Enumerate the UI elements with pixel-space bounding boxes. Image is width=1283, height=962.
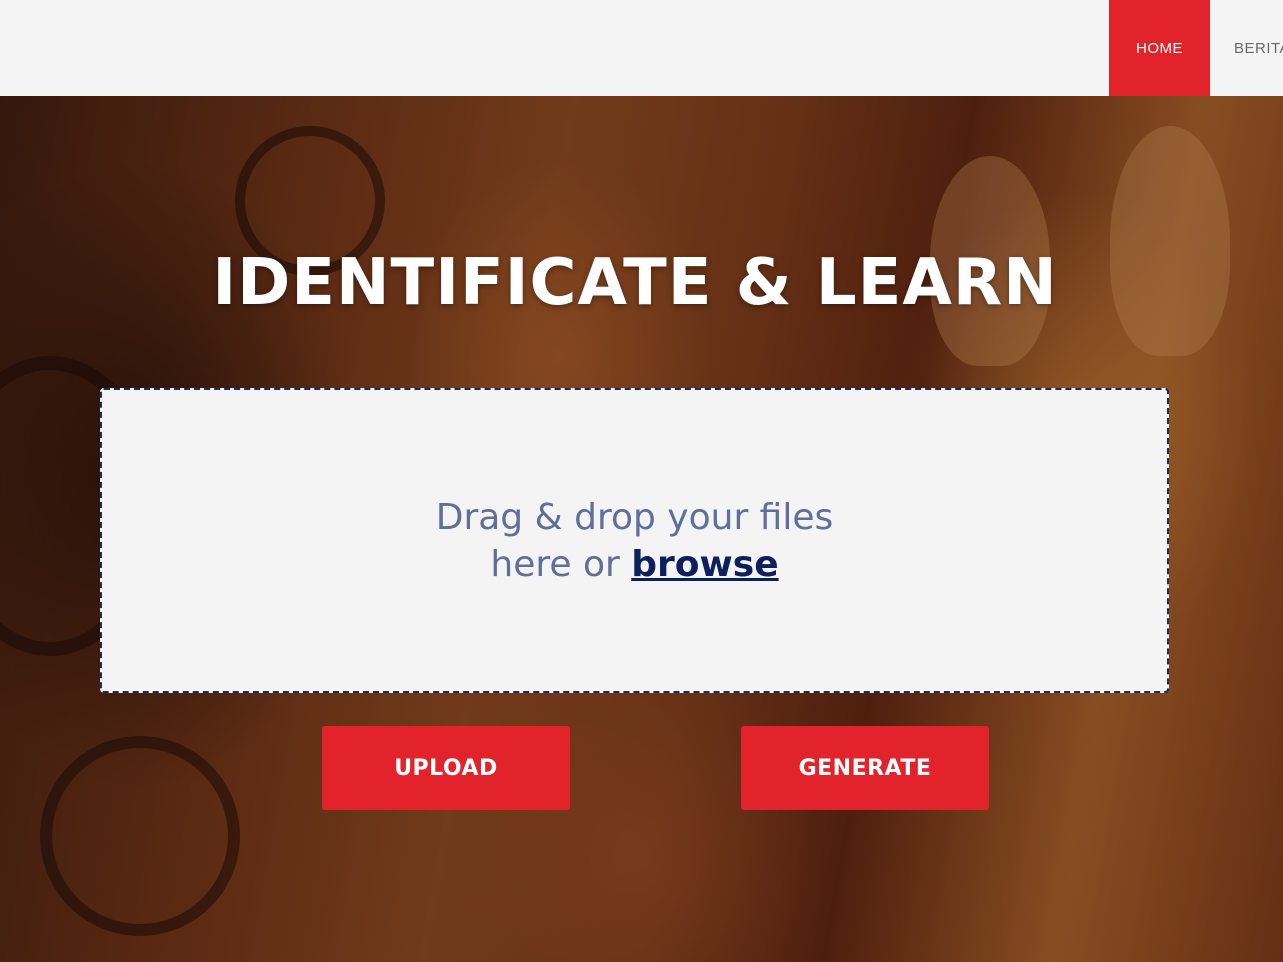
upload-button[interactable]: UPLOAD [322, 726, 570, 810]
file-dropzone[interactable]: Drag & drop your files here or browse [100, 388, 1169, 693]
dropzone-instruction-line2: here or browse [490, 541, 778, 588]
top-navbar: HOME BERITA [0, 0, 1283, 96]
nav-item-home[interactable]: HOME [1109, 0, 1210, 96]
hero-section: IDENTIFICATE & LEARN Drag & drop your fi… [0, 96, 1283, 962]
hero-title: IDENTIFICATE & LEARN [212, 246, 1058, 320]
generate-button[interactable]: GENERATE [741, 726, 989, 810]
browse-link[interactable]: browse [631, 544, 778, 585]
dropzone-instruction-line1: Drag & drop your files [435, 496, 834, 538]
dropzone-instruction-prefix: here or [490, 543, 620, 585]
nav-item-berita[interactable]: BERITA [1210, 0, 1283, 96]
